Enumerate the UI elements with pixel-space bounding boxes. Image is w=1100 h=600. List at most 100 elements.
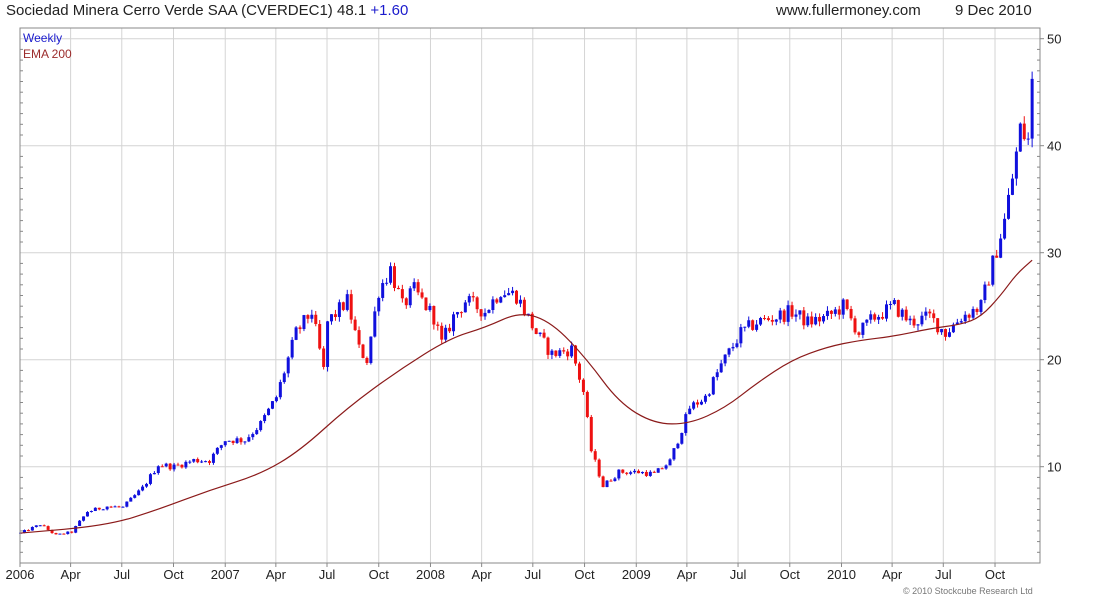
price-candle	[857, 332, 861, 335]
price-candle	[518, 299, 522, 304]
price-candle	[511, 290, 515, 294]
price-candle	[463, 302, 467, 313]
price-candle	[688, 408, 692, 415]
price-candle	[168, 463, 172, 470]
price-candle	[814, 316, 818, 325]
price-candle	[26, 530, 30, 532]
price-candle	[495, 299, 499, 303]
price-candle	[932, 313, 936, 319]
price-candle	[294, 327, 298, 340]
price-candle	[66, 531, 70, 535]
price-candle	[648, 471, 652, 476]
x-tick-label: 2010	[827, 567, 856, 582]
price-candle	[601, 476, 605, 488]
price-candle	[89, 511, 93, 513]
price-candle	[794, 314, 798, 317]
price-candle	[617, 469, 621, 479]
price-candle	[278, 382, 282, 398]
price-candle	[944, 329, 948, 337]
price-candle	[668, 459, 672, 466]
x-tick-label: Apr	[60, 567, 81, 582]
price-candle	[487, 310, 491, 313]
chart-legend: Weekly EMA 200	[23, 30, 72, 62]
price-candle	[613, 478, 617, 482]
price-candle	[188, 461, 192, 463]
price-candle	[554, 350, 558, 356]
price-candle	[711, 377, 715, 395]
price-candle	[30, 527, 34, 531]
price-candle	[499, 297, 503, 303]
price-candle	[215, 447, 219, 454]
price-candle	[467, 296, 471, 303]
x-tick-label: 2007	[211, 567, 240, 582]
price-candle	[133, 495, 137, 498]
price-candle	[759, 318, 763, 325]
price-candle	[818, 316, 822, 322]
price-candle	[515, 290, 519, 304]
price-candle	[109, 506, 113, 508]
candlestick-chart: 1020304050 2006 Apr Jul Oct 2007 Apr Jul Oct 200…	[6, 27, 1061, 582]
price-candle	[589, 416, 593, 452]
price-candle	[664, 465, 668, 469]
price-candle	[93, 507, 97, 512]
x-tick-label: Oct	[574, 567, 595, 582]
price-candle	[448, 327, 452, 332]
price-candle	[373, 311, 377, 337]
price-candle	[137, 490, 141, 496]
price-candle	[436, 324, 440, 326]
x-tick-label: Jul	[935, 567, 952, 582]
price-candle	[652, 471, 656, 473]
x-axis: 2006 Apr Jul Oct 2007 Apr Jul Oct 2008 Apr Jul Oct 2…	[6, 563, 1006, 582]
price-candle	[129, 497, 133, 502]
price-candle	[38, 525, 42, 527]
price-candle	[164, 463, 168, 467]
price-candle	[837, 309, 841, 315]
price-candle	[538, 332, 542, 335]
x-tick-label: 2009	[622, 567, 651, 582]
price-candle	[247, 437, 251, 442]
price-candle	[888, 304, 892, 306]
price-candle	[85, 512, 89, 517]
price-candle	[625, 472, 629, 474]
price-candle	[727, 348, 731, 355]
price-candle	[337, 302, 341, 317]
price-candle	[105, 506, 109, 510]
x-tick-label: Apr	[882, 567, 903, 582]
price-candle	[101, 509, 105, 511]
price-candle	[684, 414, 688, 433]
price-candle	[621, 469, 625, 473]
price-candle	[723, 354, 727, 364]
plot-frame	[19, 27, 1041, 564]
price-candle	[491, 299, 495, 311]
price-candle	[644, 471, 648, 476]
price-candle	[841, 299, 845, 315]
price-candle	[892, 300, 896, 305]
price-candle	[790, 305, 794, 317]
price-candle	[542, 332, 546, 338]
price-candle	[637, 470, 641, 474]
price-candle	[656, 468, 660, 473]
price-candle	[940, 329, 944, 333]
price-candle	[361, 344, 365, 358]
price-candle	[936, 318, 940, 333]
price-candle	[778, 310, 782, 320]
price-candle	[884, 304, 888, 319]
price-candle	[806, 316, 810, 326]
price-candle	[125, 501, 129, 507]
price-candle	[121, 506, 125, 508]
price-candle	[546, 337, 550, 355]
price-candle	[566, 351, 570, 357]
price-candle	[845, 299, 849, 309]
price-candle	[983, 284, 987, 301]
price-candle	[235, 438, 239, 443]
price-candle	[369, 336, 373, 363]
price-candle	[629, 472, 633, 474]
price-candle	[774, 319, 778, 322]
price-candle	[971, 308, 975, 318]
price-candle	[853, 318, 857, 333]
price-candle	[404, 298, 408, 306]
price-candle	[1014, 151, 1018, 179]
price-candle	[381, 283, 385, 298]
price-candle	[286, 357, 290, 374]
gridlines	[19, 28, 1040, 563]
